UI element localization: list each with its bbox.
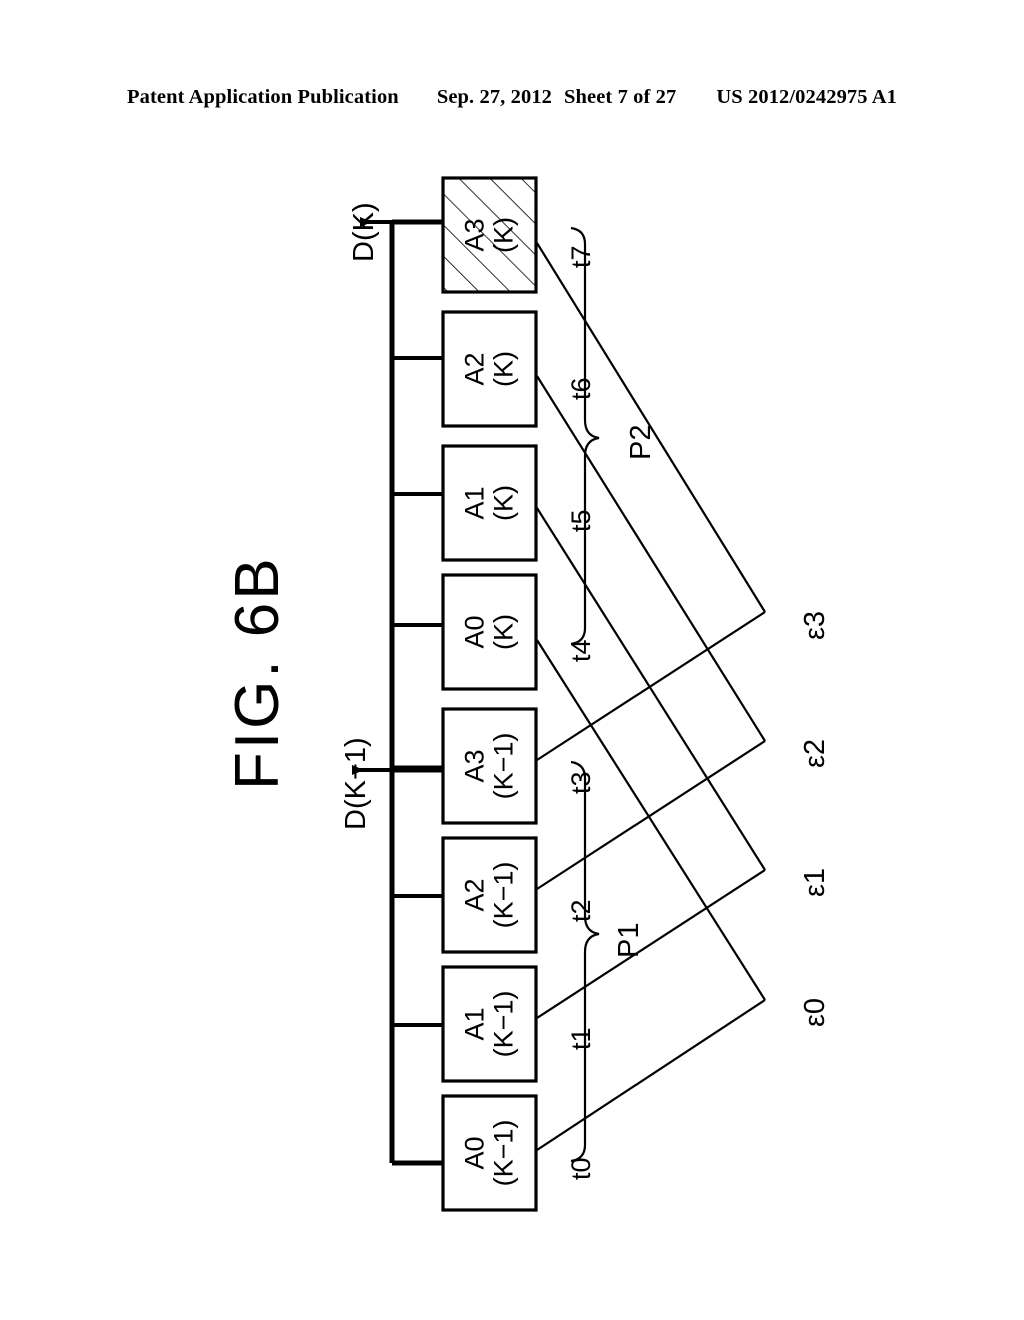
line-t4-eps0 bbox=[536, 639, 766, 1001]
time-label-t1: t1 bbox=[566, 1027, 596, 1050]
epsilon-label-eps3: ε3 bbox=[799, 610, 831, 640]
register-box-a3-k bbox=[441, 176, 538, 294]
bus-output-label-d-k: D(K) bbox=[348, 202, 380, 262]
time-label-t7: t7 bbox=[566, 245, 596, 268]
time-label-t6: t6 bbox=[566, 377, 596, 400]
period-brace-p1 bbox=[570, 760, 600, 1163]
register-box-a0-k bbox=[441, 573, 538, 691]
register-box-a2-k bbox=[441, 310, 538, 428]
register-box-a3-k-1 bbox=[441, 707, 538, 825]
bus-output-label-d-k-1: D(K−1) bbox=[340, 737, 372, 830]
epsilon-label-eps0: ε0 bbox=[799, 997, 831, 1027]
register-box-a2-k-1 bbox=[441, 836, 538, 954]
period-label-p1: P1 bbox=[613, 922, 645, 958]
figure-6b: FIG. 6B A3 (K) A2 (K) A1 (K) A0 (K) A3 (… bbox=[0, 0, 1024, 1320]
epsilon-label-eps2: ε2 bbox=[799, 738, 831, 768]
time-label-t3: t3 bbox=[566, 771, 596, 794]
register-box-group bbox=[441, 176, 538, 1212]
register-box-a1-k-1 bbox=[441, 965, 538, 1083]
time-label-t5: t5 bbox=[566, 509, 596, 532]
register-box-a0-k-1 bbox=[441, 1094, 538, 1212]
time-label-t4: t4 bbox=[566, 639, 596, 662]
period-label-p2: P2 bbox=[625, 424, 657, 460]
epsilon-label-eps1: ε1 bbox=[799, 867, 831, 897]
register-box-a1-k bbox=[441, 444, 538, 562]
time-label-t0: t0 bbox=[566, 1157, 596, 1180]
bus-d-k bbox=[360, 217, 443, 771]
figure-diagram bbox=[352, 176, 766, 1212]
time-label-t2: t2 bbox=[566, 899, 596, 922]
line-t0-eps0 bbox=[536, 999, 766, 1151]
